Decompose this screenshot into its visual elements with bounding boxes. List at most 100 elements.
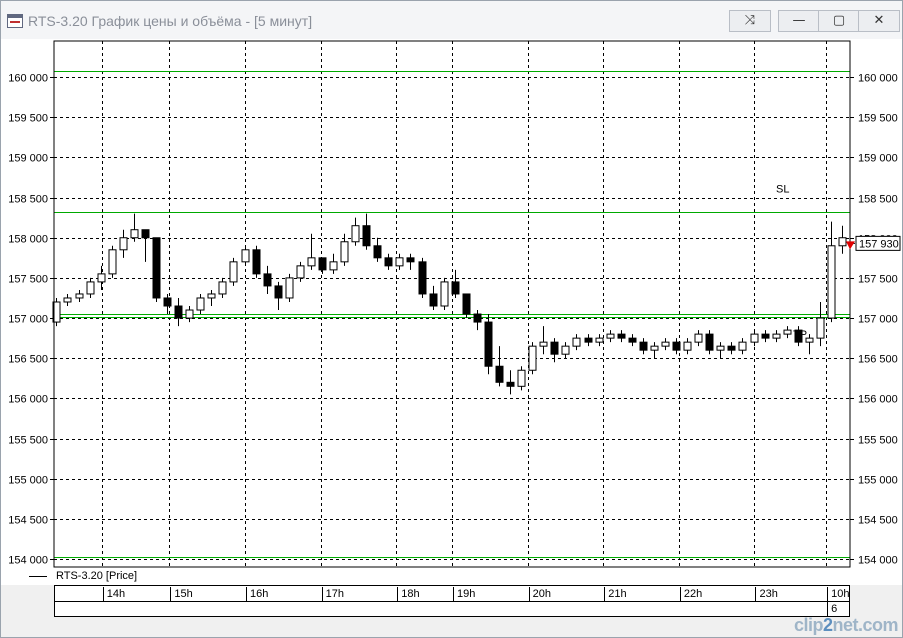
candle-body (816, 317, 825, 339)
candle-body (75, 293, 84, 299)
right-tick-label: 158 500 (858, 194, 898, 206)
candle-body (539, 341, 548, 347)
left-tick-label: 159 500 (8, 113, 48, 125)
chart-app-icon (7, 14, 23, 28)
left-tick-label: 158 000 (8, 234, 48, 246)
price-tag: 157 930 (855, 235, 901, 251)
candle-body (241, 249, 250, 263)
right-tick-label: 157 000 (858, 314, 898, 326)
candle-body (340, 241, 349, 263)
candle-body (561, 345, 570, 355)
candle-body (750, 333, 759, 343)
sl-label-group: SL (767, 178, 797, 197)
candle-body (229, 261, 238, 283)
time-axis-divider (55, 601, 849, 602)
left-tick-label: 157 500 (8, 274, 48, 286)
candle-body (384, 257, 393, 267)
candle-body (174, 305, 183, 319)
watermark-part-1: clip (794, 615, 824, 635)
candle-body (108, 249, 117, 275)
candle-body (528, 345, 537, 371)
candle-body (827, 245, 836, 319)
legend: RTS-3.20 [Price] (1, 569, 902, 585)
candle-body (185, 309, 194, 319)
time-axis[interactable]: 14h 15h 16h 17h 18h 19h 20h 21h 22h 23h 10h 6 (54, 585, 850, 617)
candle-body (163, 297, 172, 307)
time-axis-hour-label: 10h (827, 587, 849, 601)
left-price-axis: 160 000 159 500 159 000 158 500 158 000 157 5… (8, 73, 54, 567)
grid (54, 41, 850, 567)
minimize-button[interactable]: — (778, 10, 820, 32)
candle-body (218, 281, 227, 295)
candle-body (617, 333, 626, 339)
candles (52, 213, 847, 395)
left-tick-label: 158 500 (8, 194, 48, 206)
candle-body (584, 337, 593, 343)
candle-body (650, 345, 659, 351)
candle-body (495, 365, 504, 383)
candle-body (362, 225, 371, 247)
candle-body (196, 297, 205, 311)
candle-body (517, 369, 526, 387)
time-axis-date-label: 6 (827, 602, 837, 616)
price-tag-text: 157 930 (859, 238, 899, 250)
candle-body (761, 333, 770, 339)
left-tick-label: 156 000 (8, 394, 48, 406)
time-axis-hour-label: 23h (755, 587, 778, 601)
time-axis-hour-label: 15h (170, 587, 193, 601)
candle-body (263, 273, 272, 287)
right-tick-label: 155 500 (858, 435, 898, 447)
title-bar[interactable]: RTS-3.20 График цены и объёма - [5 минут… (1, 1, 902, 39)
candle-body (252, 249, 261, 275)
candle-body (152, 237, 161, 299)
candle-body (373, 245, 382, 259)
candle-body (418, 261, 427, 295)
candle-body (63, 297, 72, 303)
candle-body (130, 229, 139, 239)
price-chart[interactable]: 160 000 159 500 159 000 158 500 158 000 157 5… (1, 39, 902, 569)
right-tick-label: 157 500 (858, 274, 898, 286)
right-price-axis: 160 000159 500159 000158 500158 000157 5… (850, 73, 898, 567)
legend-swatch (29, 576, 47, 577)
window-title: RTS-3.20 График цены и объёма - [5 минут… (28, 13, 313, 29)
restore-icon[interactable]: ⤨ (729, 10, 771, 32)
close-button[interactable]: ✕ (858, 10, 900, 32)
left-tick-label: 159 000 (8, 153, 48, 165)
time-axis-hour-label: 14h (102, 587, 125, 601)
candle-body (694, 333, 703, 343)
sl-label: SL (776, 184, 789, 196)
candle-body (141, 229, 150, 239)
maximize-button[interactable]: ▢ (818, 10, 860, 32)
candle-body (506, 381, 515, 387)
candle-body (672, 341, 681, 351)
candle-body (440, 281, 449, 307)
right-tick-label: 159 000 (858, 153, 898, 165)
candle-body (628, 337, 637, 343)
candle-body (705, 333, 714, 351)
chart-window: RTS-3.20 График цены и объёма - [5 минут… (0, 0, 903, 638)
right-tick-label: 160 000 (858, 73, 898, 85)
left-tick-label: 154 500 (8, 515, 48, 527)
right-tick-label: 154 000 (858, 555, 898, 567)
left-tick-label: 160 000 (8, 73, 48, 85)
candle-body (119, 237, 128, 251)
right-tick-label: 155 000 (858, 475, 898, 487)
time-axis-hour-label: 19h (453, 587, 475, 601)
watermark-part-3: net.com (832, 615, 899, 635)
left-tick-label: 155 500 (8, 435, 48, 447)
candle-body (97, 273, 106, 283)
candle-body (395, 257, 404, 267)
left-tick-label: 155 000 (8, 475, 48, 487)
candle-body (772, 333, 781, 339)
candle-body (783, 329, 792, 335)
candle-body (595, 337, 604, 343)
candle-body (451, 281, 460, 295)
tp-label: TP (793, 329, 807, 341)
right-tick-label: 156 000 (858, 394, 898, 406)
candle-body (274, 285, 283, 299)
chart-area[interactable]: 160 000 159 500 159 000 158 500 158 000 157 5… (1, 39, 902, 569)
time-axis-hour-label: 20h (528, 587, 551, 601)
candle-body (86, 281, 95, 295)
time-axis-hour-label: 17h (321, 587, 344, 601)
time-axis-hour-label: 21h (604, 587, 627, 601)
